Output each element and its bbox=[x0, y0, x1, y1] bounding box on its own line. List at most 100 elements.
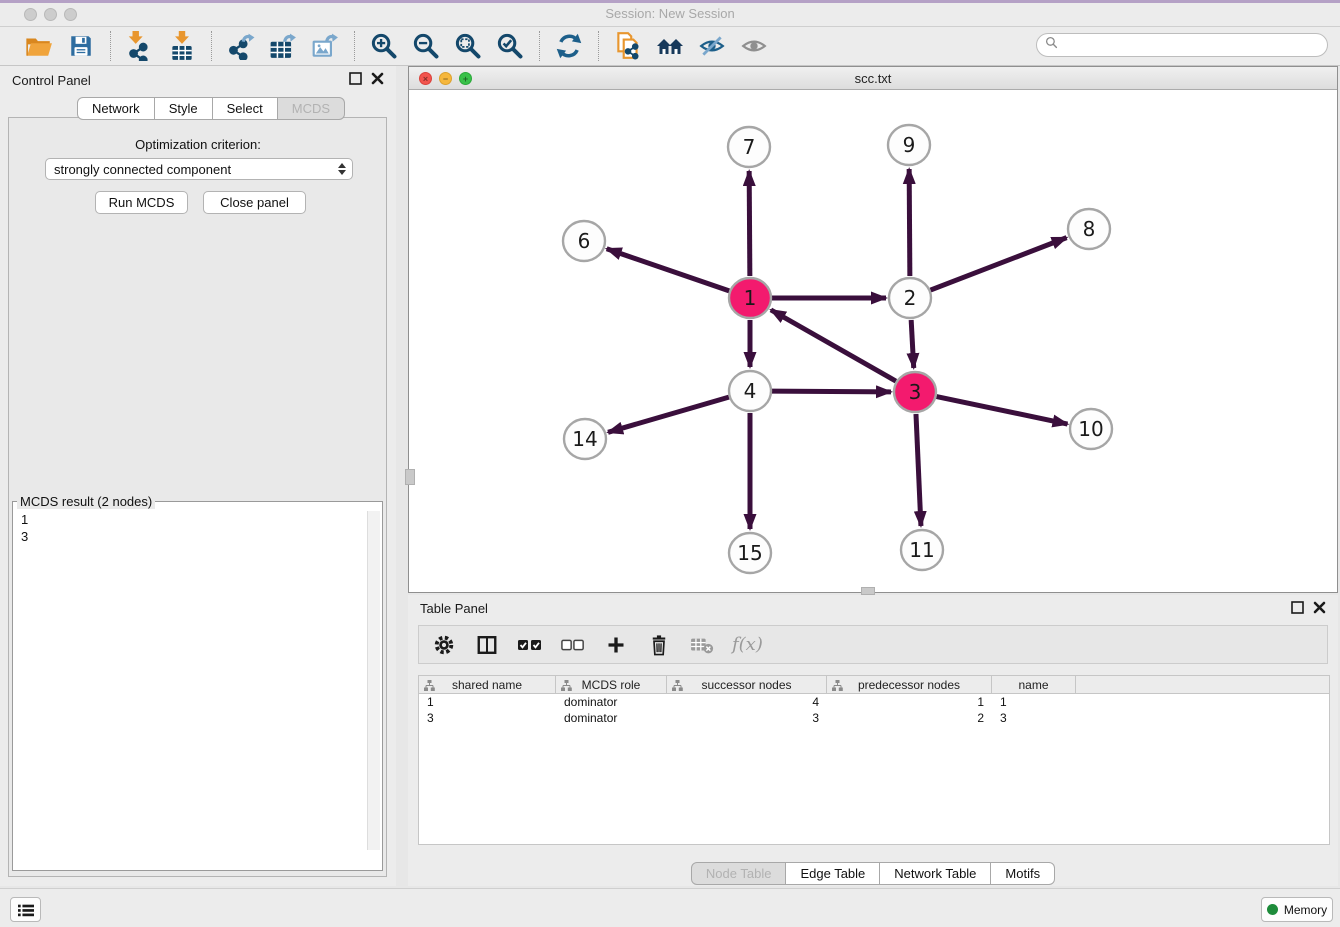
import-table-icon[interactable] bbox=[167, 31, 197, 61]
add-row-icon[interactable] bbox=[603, 632, 629, 658]
window-accent-strip bbox=[0, 0, 1340, 3]
table-header-row: shared name MCDS role successor nodes prede… bbox=[418, 675, 1330, 694]
optimization-criterion-label: Optimization criterion: bbox=[0, 137, 396, 152]
network-window-titlebar[interactable]: × − + scc.txt bbox=[409, 67, 1337, 90]
criterion-select[interactable]: strongly connected component bbox=[45, 158, 353, 180]
mcds-result-title: MCDS result (2 nodes) bbox=[17, 494, 155, 509]
table-panel-title: Table Panel bbox=[420, 601, 488, 616]
column-header-shared-name[interactable]: shared name bbox=[419, 676, 556, 693]
show-all-icon[interactable] bbox=[739, 31, 769, 61]
refresh-icon[interactable] bbox=[554, 31, 584, 61]
graph-node-label-11: 11 bbox=[909, 538, 934, 562]
unselect-all-icon[interactable] bbox=[560, 632, 586, 658]
list-icon bbox=[18, 903, 34, 917]
export-image-icon[interactable] bbox=[310, 31, 340, 61]
cell-2-predecessor-nodes[interactable]: 2 bbox=[827, 710, 992, 726]
criterion-selected-value: strongly connected component bbox=[54, 162, 231, 177]
graph-node-label-10: 10 bbox=[1078, 417, 1103, 441]
cell-1-successor-nodes[interactable]: 4 bbox=[667, 694, 827, 710]
columns-icon[interactable] bbox=[474, 632, 500, 658]
gear-icon[interactable] bbox=[431, 632, 457, 658]
table-tab-network-table[interactable]: Network Table bbox=[880, 862, 991, 885]
cell-1-MCDS-role[interactable]: dominator bbox=[556, 694, 667, 710]
column-header-name[interactable]: name bbox=[992, 676, 1076, 693]
tab-network[interactable]: Network bbox=[77, 97, 155, 120]
edge-3-1 bbox=[771, 310, 896, 381]
export-network-icon[interactable] bbox=[226, 31, 256, 61]
search-box[interactable] bbox=[1036, 33, 1328, 57]
float-table-panel-icon[interactable] bbox=[1291, 601, 1304, 619]
memory-button-label: Memory bbox=[1284, 903, 1327, 917]
select-all-icon[interactable] bbox=[517, 632, 543, 658]
tab-select[interactable]: Select bbox=[213, 97, 278, 120]
edge-2-9 bbox=[909, 169, 910, 276]
window-titlebar: Session: New Session bbox=[0, 0, 1340, 27]
horizontal-scrollbar-handle[interactable] bbox=[861, 587, 875, 595]
search-input[interactable] bbox=[1063, 37, 1319, 53]
delete-table-icon[interactable] bbox=[689, 632, 715, 658]
zoom-selected-icon[interactable] bbox=[495, 31, 525, 61]
select-stepper-icon bbox=[338, 163, 346, 175]
float-panel-icon[interactable] bbox=[349, 72, 362, 90]
cell-1-name[interactable]: 1 bbox=[992, 694, 1076, 710]
mcds-result-box: MCDS result (2 nodes) 1 3 bbox=[12, 494, 383, 871]
table-row-1[interactable]: 1dominator411 bbox=[419, 694, 1329, 710]
control-panel-title: Control Panel bbox=[12, 73, 91, 88]
edge-4-14 bbox=[608, 397, 729, 432]
first-neighbors-icon[interactable] bbox=[655, 31, 685, 61]
cell-2-MCDS-role[interactable]: dominator bbox=[556, 710, 667, 726]
zoom-fit-icon[interactable] bbox=[453, 31, 483, 61]
open-folder-icon[interactable] bbox=[24, 31, 54, 61]
memory-button[interactable]: Memory bbox=[1261, 897, 1333, 922]
edge-1-7 bbox=[749, 171, 750, 276]
graph-node-label-8: 8 bbox=[1083, 217, 1096, 241]
control-panel-tabbar: NetworkStyleSelectMCDS bbox=[77, 97, 345, 120]
table-tabbar: Node TableEdge TableNetwork TableMotifs bbox=[408, 862, 1338, 885]
close-panel-icon[interactable] bbox=[371, 72, 384, 90]
zoom-in-icon[interactable] bbox=[369, 31, 399, 61]
graph-node-label-1: 1 bbox=[744, 286, 757, 310]
cell-1-shared-name[interactable]: 1 bbox=[419, 694, 556, 710]
edge-4-3 bbox=[772, 391, 891, 392]
column-label: successor nodes bbox=[701, 678, 791, 692]
network-graph-canvas[interactable]: 7968124314101511 bbox=[409, 90, 1337, 592]
vertical-splitter-handle[interactable] bbox=[405, 469, 415, 485]
export-table-icon[interactable] bbox=[268, 31, 298, 61]
column-header-successor-nodes[interactable]: successor nodes bbox=[667, 676, 827, 693]
table-tab-edge-table[interactable]: Edge Table bbox=[786, 862, 880, 885]
column-header-MCDS-role[interactable]: MCDS role bbox=[556, 676, 667, 693]
window-title: Session: New Session bbox=[0, 6, 1340, 21]
import-network-icon[interactable] bbox=[125, 31, 155, 61]
tab-style[interactable]: Style bbox=[155, 97, 213, 120]
graph-node-label-15: 15 bbox=[737, 541, 762, 565]
zoom-out-icon[interactable] bbox=[411, 31, 441, 61]
run-mcds-button[interactable]: Run MCDS bbox=[95, 191, 188, 214]
close-table-panel-icon[interactable] bbox=[1313, 601, 1326, 619]
tab-mcds[interactable]: MCDS bbox=[278, 97, 345, 120]
cell-2-shared-name[interactable]: 3 bbox=[419, 710, 556, 726]
edge-3-11 bbox=[916, 414, 921, 526]
edge-2-8 bbox=[931, 238, 1067, 290]
delete-row-icon[interactable] bbox=[646, 632, 672, 658]
result-scrollbar[interactable] bbox=[367, 511, 380, 850]
graph-node-label-14: 14 bbox=[572, 427, 597, 451]
edge-1-6 bbox=[607, 249, 729, 291]
function-builder-icon[interactable]: f(x) bbox=[732, 634, 763, 655]
table-body: 1dominator4113dominator323 bbox=[418, 694, 1330, 845]
clone-network-icon[interactable] bbox=[613, 31, 643, 61]
column-label: shared name bbox=[452, 678, 522, 692]
table-tab-motifs[interactable]: Motifs bbox=[991, 862, 1055, 885]
cell-2-successor-nodes[interactable]: 3 bbox=[667, 710, 827, 726]
save-icon[interactable] bbox=[66, 31, 96, 61]
close-panel-button[interactable]: Close panel bbox=[203, 191, 306, 214]
hide-selected-icon[interactable] bbox=[697, 31, 727, 61]
task-history-button[interactable] bbox=[10, 897, 41, 922]
column-header-predecessor-nodes[interactable]: predecessor nodes bbox=[827, 676, 992, 693]
cell-2-name[interactable]: 3 bbox=[992, 710, 1076, 726]
cell-1-predecessor-nodes[interactable]: 1 bbox=[827, 694, 992, 710]
hierarchy-icon bbox=[832, 680, 843, 694]
column-header-filler bbox=[1076, 676, 1329, 693]
table-tab-node-table[interactable]: Node Table bbox=[691, 862, 787, 885]
table-row-2[interactable]: 3dominator323 bbox=[419, 710, 1329, 726]
table-panel: Table Panel f(x) shared name MCDS role suc… bbox=[408, 595, 1338, 886]
